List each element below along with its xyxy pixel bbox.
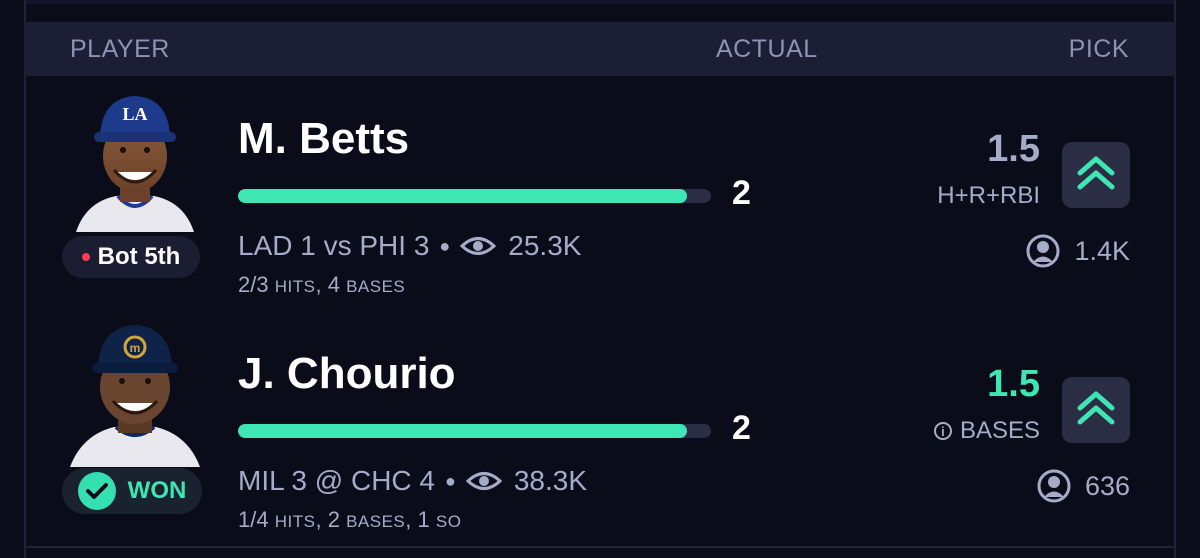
user-icon <box>1026 234 1060 268</box>
chevron-double-up-icon <box>1074 388 1118 433</box>
player-avatar: LA <box>56 84 214 232</box>
table-header: PLAYER ACTUAL PICK <box>24 22 1176 76</box>
user-icon <box>1037 469 1071 503</box>
line-value: 1.5 <box>987 363 1040 405</box>
viewer-count: 25.3K <box>508 230 582 261</box>
separator-dot: ● <box>439 235 451 256</box>
game-status-badge: Bot 5th <box>62 236 200 278</box>
bases-label: BASES <box>346 512 406 531</box>
actual-value: 2 <box>732 174 751 212</box>
stat-type: H+R+RBI <box>937 182 1040 210</box>
check-icon <box>77 472 116 510</box>
stat-separator: , <box>315 507 328 532</box>
svg-text:LA: LA <box>122 104 147 124</box>
header-player: PLAYER <box>70 35 170 63</box>
pick-more-button[interactable] <box>1062 142 1130 208</box>
eye-icon <box>460 235 497 257</box>
hits-fraction: 2/3 <box>238 272 269 297</box>
eye-icon <box>465 470 502 492</box>
stat-summary: 1/4 HITS, 2 BASES, 1 SO <box>238 507 461 533</box>
so-label: SO <box>435 512 462 531</box>
so-value: 1 <box>417 507 430 532</box>
player-name[interactable]: M. Betts <box>238 114 409 164</box>
header-actual: ACTUAL <box>716 35 818 63</box>
frame-right-border <box>1174 0 1176 558</box>
progress-bar <box>238 424 711 438</box>
pick-count-value: 1.4K <box>1074 235 1130 266</box>
pick-count-value: 636 <box>1084 470 1130 501</box>
result-text: WON <box>127 477 187 504</box>
stat-type[interactable]: i BASES <box>933 417 1040 445</box>
stat-separator: , <box>315 272 328 297</box>
hits-label: HITS <box>274 512 316 531</box>
separator-dot: ● <box>444 470 456 491</box>
game-score: MIL 3 @ CHC 4 <box>238 465 435 496</box>
hits-label: HITS <box>274 277 316 296</box>
actual-value: 2 <box>732 409 751 447</box>
player-row-chourio[interactable]: m WON J. Chourio 2 MIL 3 @ CHC 4 ● 38.3K… <box>26 311 1174 546</box>
top-border <box>24 0 1176 4</box>
info-icon[interactable]: i <box>933 422 952 440</box>
player-row-betts[interactable]: LA Bot 5th M. Betts 2 LAD 1 vs PHI 3 ● 2… <box>26 76 1174 311</box>
bases-label: BASES <box>346 277 406 296</box>
game-status-text: Bot 5th <box>97 243 181 270</box>
bases-value: 2 <box>327 507 340 532</box>
game-info: MIL 3 @ CHC 4 ● 38.3K <box>238 465 587 497</box>
stat-separator: , <box>405 507 418 532</box>
progress-fill <box>238 424 688 438</box>
game-score: LAD 1 vs PHI 3 <box>238 230 430 261</box>
bases-value: 4 <box>327 272 340 297</box>
chevron-double-up-icon <box>1074 153 1118 198</box>
line-value: 1.5 <box>987 128 1040 170</box>
svg-text:m: m <box>130 341 141 355</box>
viewer-count: 38.3K <box>513 465 588 496</box>
stat-summary: 2/3 HITS, 4 BASES <box>238 272 405 298</box>
bottom-border <box>24 546 1176 548</box>
stat-type-label: BASES <box>959 417 1040 444</box>
progress-fill <box>238 189 688 203</box>
player-avatar: m <box>56 319 214 467</box>
header-pick: PICK <box>1068 35 1129 63</box>
pick-count: 636 <box>1037 469 1130 503</box>
hits-fraction: 1/4 <box>238 507 269 532</box>
game-info: LAD 1 vs PHI 3 ● 25.3K <box>238 230 581 262</box>
live-dot-icon <box>81 253 90 261</box>
player-name[interactable]: J. Chourio <box>238 349 456 399</box>
result-badge: WON <box>62 468 202 514</box>
pick-more-button[interactable] <box>1062 377 1130 443</box>
stat-type-label: H+R+RBI <box>937 182 1040 209</box>
progress-bar <box>238 189 711 203</box>
pick-count: 1.4K <box>1026 234 1130 268</box>
